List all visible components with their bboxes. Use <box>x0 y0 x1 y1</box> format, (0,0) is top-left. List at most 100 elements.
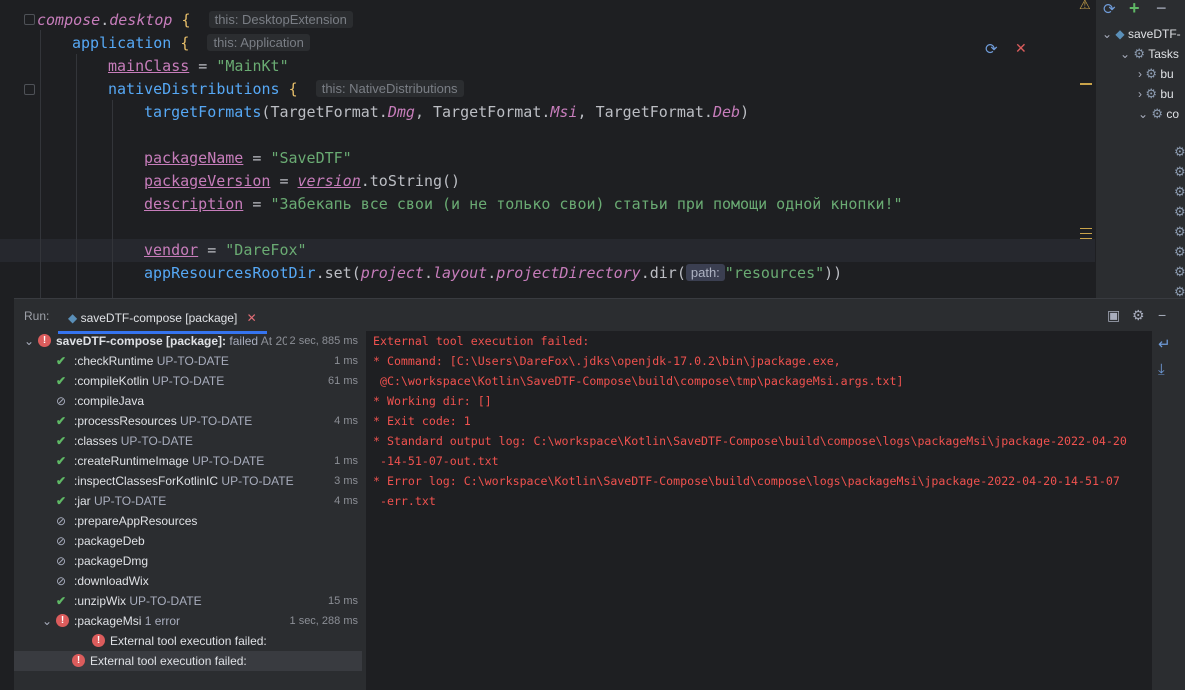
build-tree-row[interactable]: ✔:compileKotlin UP-TO-DATE 61 ms <box>14 371 362 391</box>
close-icon[interactable]: ✕ <box>1015 40 1027 57</box>
inlay-hint: this: Application <box>207 34 310 51</box>
build-tree-row[interactable]: ! External tool execution failed: <box>14 651 362 671</box>
gradle-refresh-icon[interactable]: ⟳ <box>985 40 998 58</box>
build-tree-row[interactable]: ✔:inspectClassesForKotlinIC UP-TO-DATE 3 … <box>14 471 362 491</box>
task-gear-icon[interactable]: ⚙ <box>1174 204 1185 220</box>
fold-icon[interactable] <box>24 84 35 95</box>
code-token: = <box>189 57 217 75</box>
fold-icon[interactable] <box>24 14 35 25</box>
minus-icon[interactable]: − <box>1156 0 1167 19</box>
task-gear-icon[interactable]: ⚙ <box>1174 224 1185 240</box>
task-name: :processResources <box>74 414 177 428</box>
task-name: External tool execution failed: <box>90 654 247 668</box>
build-tree-row[interactable]: ! External tool execution failed: <box>14 631 362 651</box>
minimize-icon[interactable]: − <box>1158 307 1166 323</box>
code-token: desktop <box>109 11 173 29</box>
build-tree-row[interactable]: ⊘:downloadWix <box>14 571 362 591</box>
task-status: UP-TO-DATE <box>117 434 193 448</box>
task-status: UP-TO-DATE <box>90 494 167 508</box>
build-tree-label: saveDTF-compose [package]: failed At 20. <box>56 331 292 351</box>
layout-icon[interactable]: ▣ <box>1107 307 1120 324</box>
build-tree-row[interactable]: ✔:unzipWix UP-TO-DATE 15 ms <box>14 591 362 611</box>
add-icon[interactable]: + <box>1129 0 1140 19</box>
task-gear-icon[interactable]: ⚙ <box>1174 244 1185 260</box>
task-duration: 1 ms <box>331 451 358 471</box>
chevron-right-icon[interactable]: › <box>1138 87 1142 101</box>
code-line: targetFormats(TargetFormat.Dmg, TargetFo… <box>144 101 749 124</box>
console-output[interactable]: External tool execution failed: * Command… <box>366 331 1152 690</box>
console-side-toolbar: ↵ ⤓ <box>1152 331 1185 690</box>
inlay-hint: this: NativeDistributions <box>315 80 464 97</box>
gradle-task-group[interactable]: › ⚙ bu <box>1138 84 1174 104</box>
chevron-down-icon[interactable]: ⌄ <box>1138 107 1148 121</box>
code-token: = <box>243 195 271 213</box>
build-tree[interactable]: ⌄! saveDTF-compose [package]: failed At 2… <box>14 331 362 690</box>
skipped-icon: ⊘ <box>56 514 67 528</box>
build-tree-row[interactable]: ✔:createRuntimeImage UP-TO-DATE 1 ms <box>14 451 362 471</box>
gradle-task-group[interactable]: › ⚙ bu <box>1138 64 1174 84</box>
task-duration: 2 sec, 885 ms <box>286 331 358 351</box>
gradle-project-label: saveDTF- <box>1127 27 1181 41</box>
code-token: layout <box>433 264 488 282</box>
chevron-right-icon[interactable]: › <box>1138 67 1142 81</box>
task-gear-icon[interactable]: ⚙ <box>1174 284 1185 298</box>
warning-icon[interactable]: ⚠ <box>1079 0 1091 13</box>
chevron-down-icon[interactable]: ⌄ <box>1120 47 1130 61</box>
build-tree-label: :packageMsi 1 error <box>74 611 180 631</box>
build-tree-row[interactable]: ⌄! saveDTF-compose [package]: failed At 2… <box>14 331 362 351</box>
folder-icon: ⚙ <box>1145 86 1157 101</box>
console-line: @C:\workspace\Kotlin\SaveDTF-Compose\bui… <box>373 374 904 388</box>
task-gear-icon[interactable]: ⚙ <box>1174 264 1185 280</box>
refresh-icon[interactable]: ⟳ <box>1103 0 1116 18</box>
build-tree-label: :jar UP-TO-DATE <box>74 491 166 511</box>
code-token: packageVersion <box>144 172 271 190</box>
build-tree-row[interactable]: ⊘:compileJava <box>14 391 362 411</box>
task-name: :createRuntimeImage <box>74 454 189 468</box>
close-tab-icon[interactable]: ✕ <box>247 311 257 325</box>
build-tree-row[interactable]: ⊘ :prepareAppResources <box>14 511 362 531</box>
code-token: targetFormats <box>144 103 262 121</box>
build-tree-row[interactable]: ✔:jar UP-TO-DATE 4 ms <box>14 491 362 511</box>
code-token: "MainKt" <box>216 57 289 75</box>
task-name: :packageDeb <box>74 534 145 548</box>
inlay-hint: path: <box>685 264 725 281</box>
chevron-down-icon[interactable]: ⌄ <box>42 611 52 631</box>
build-tree-row[interactable]: ✔:classes UP-TO-DATE <box>14 431 362 451</box>
build-tree-label: :checkRuntime UP-TO-DATE <box>74 351 229 371</box>
task-gear-icon[interactable]: ⚙ <box>1174 164 1185 180</box>
code-token: . <box>487 264 497 282</box>
build-tree-row[interactable]: ⊘ :packageDeb <box>14 531 362 551</box>
build-tree-label: :compileKotlin UP-TO-DATE <box>74 371 224 391</box>
task-gear-icon[interactable]: ⚙ <box>1174 144 1185 160</box>
code-line: application { this: Application <box>72 32 310 55</box>
chevron-down-icon[interactable]: ⌄ <box>24 331 34 351</box>
error-icon: ! <box>38 334 51 347</box>
code-line: vendor = "DareFox" <box>144 239 307 262</box>
gradle-project-node[interactable]: ⌄ ◆ saveDTF- <box>1102 24 1181 44</box>
build-tree-label: :prepareAppResources <box>74 511 197 531</box>
gear-icon[interactable]: ⚙ <box>1132 307 1145 324</box>
build-tree-row[interactable]: ⊘:packageDmg <box>14 551 362 571</box>
task-gear-icon[interactable]: ⚙ <box>1174 184 1185 200</box>
folder-icon: ⚙ <box>1133 46 1146 61</box>
build-tree-row[interactable]: ✔:processResources UP-TO-DATE 4 ms <box>14 411 362 431</box>
chevron-down-icon[interactable]: ⌄ <box>1102 27 1112 41</box>
run-tool-window: Run: ◆ saveDTF-compose [package] ✕ ▣ ⚙ −… <box>14 298 1185 690</box>
scroll-marker <box>1080 228 1092 229</box>
task-name: :packageDmg <box>74 554 149 568</box>
skipped-icon: ⊘ <box>56 534 67 548</box>
code-token: = <box>198 241 226 259</box>
code-editor[interactable]: compose.desktop { this: DesktopExtension… <box>0 0 1095 298</box>
build-tree-row[interactable]: ⌄!:packageMsi 1 error 1 sec, 288 ms <box>14 611 362 631</box>
task-duration: 1 sec, 288 ms <box>286 611 358 631</box>
build-tree-row[interactable]: ✔:checkRuntime UP-TO-DATE 1 ms <box>14 351 362 371</box>
scroll-to-end-icon[interactable]: ⤓ <box>1158 361 1165 378</box>
soft-wrap-icon[interactable]: ↵ <box>1158 335 1171 353</box>
success-icon: ✔ <box>56 414 67 428</box>
gradle-task-group[interactable]: ⌄ ⚙ co <box>1138 104 1179 124</box>
gradle-tasks-node[interactable]: ⌄ ⚙ Tasks <box>1120 44 1179 64</box>
code-token: )) <box>824 264 843 282</box>
run-tab[interactable]: ◆ saveDTF-compose [package] ✕ <box>58 302 267 334</box>
success-icon: ✔ <box>56 374 67 388</box>
indent-guide <box>112 100 113 298</box>
